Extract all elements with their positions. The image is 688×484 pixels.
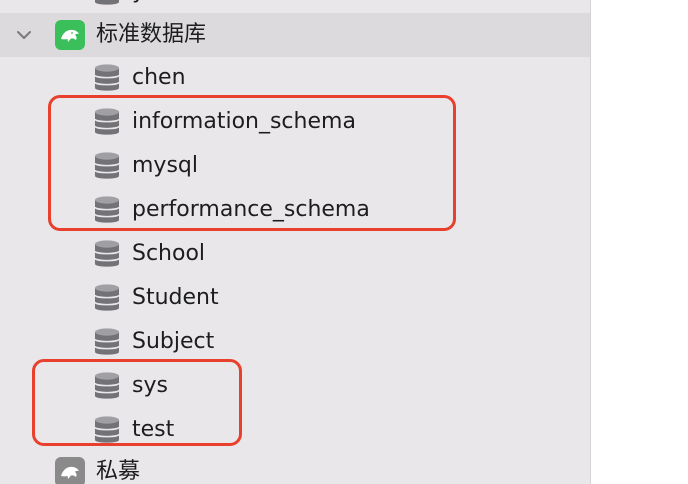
database-row-subject[interactable]: Subject [0,320,590,364]
chevron-down-icon[interactable] [14,25,34,45]
mysql-connection-icon [55,457,85,484]
database-icon [92,326,122,358]
partial-row-label: y [132,0,145,5]
database-row-chen[interactable]: chen [0,56,590,100]
database-label: School [132,241,206,266]
database-label: Subject [132,329,215,354]
database-icon [92,282,122,314]
database-label: chen [132,65,186,90]
highlight-box-sys-test [32,359,242,446]
database-label: Student [132,285,219,310]
database-icon [92,0,122,8]
connection-label: 标准数据库 [96,22,207,47]
database-icon [92,62,122,94]
sidebar-divider [590,0,591,484]
database-icon [92,238,122,270]
highlight-box-system-schemas [48,95,456,231]
mysql-connection-icon [55,20,85,50]
navigation-sidebar: y 标准数据库 chen information_schema mysql pe… [0,0,590,484]
connection-label: 私募 [96,459,141,484]
connection-row-standard[interactable]: 标准数据库 [0,13,590,57]
partial-row[interactable]: y [0,0,590,14]
connection-row-private[interactable]: 私募 [0,450,590,484]
database-row-school[interactable]: School [0,232,590,276]
database-row-student[interactable]: Student [0,276,590,320]
